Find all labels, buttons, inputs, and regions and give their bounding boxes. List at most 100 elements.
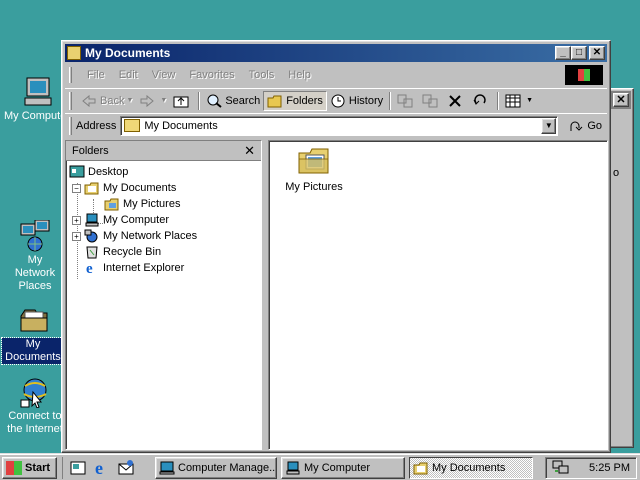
tree-node-my-computer[interactable]: + My Computer: [72, 212, 169, 228]
address-grip[interactable]: [69, 116, 72, 135]
pictures-folder-icon: [104, 197, 120, 211]
computer-icon: [21, 76, 53, 108]
outlook-express-icon[interactable]: [117, 459, 135, 477]
svg-text:e: e: [86, 261, 93, 275]
up-folder-icon: [173, 94, 189, 108]
folder-tree: Desktop − My Documents My Pictures + My …: [66, 161, 261, 279]
search-button[interactable]: Search: [203, 91, 263, 111]
desktop-icon-connect-internet[interactable]: Connect to the Internet: [0, 376, 70, 436]
move-to-icon: [397, 94, 413, 108]
desktop-icon-label: My Documents: [1, 337, 65, 365]
minimize-button[interactable]: _: [555, 46, 571, 60]
menu-grip[interactable]: [69, 67, 72, 83]
tree-node-desktop[interactable]: Desktop: [69, 164, 128, 180]
tree-node-my-pictures[interactable]: My Pictures: [104, 196, 180, 212]
copy-to-button[interactable]: [419, 91, 444, 111]
folders-pane[interactable]: Folders ✕ Desktop − My Documents My Pict…: [65, 140, 262, 450]
address-bar: Address My Documents ▼ Go: [65, 113, 607, 137]
maximize-button[interactable]: □: [571, 46, 587, 60]
window-titlebar[interactable]: My Documents _ □ ✕: [65, 44, 607, 62]
expand-icon[interactable]: +: [72, 215, 81, 225]
collapse-icon[interactable]: −: [72, 183, 81, 193]
computer-management-icon: [159, 461, 175, 475]
clock[interactable]: 5:25 PM: [589, 462, 630, 474]
forward-button[interactable]: ▼: [136, 91, 170, 111]
computer-icon: [84, 213, 100, 227]
go-label: Go: [587, 119, 603, 132]
address-dropdown-button[interactable]: ▼: [541, 117, 557, 134]
chevron-down-icon[interactable]: ▼: [126, 97, 133, 104]
folders-label: Folders: [286, 94, 323, 107]
undo-icon: [472, 93, 488, 108]
search-icon: [206, 94, 222, 108]
menu-view[interactable]: View: [145, 69, 183, 81]
connect-wizard-icon: [19, 376, 51, 409]
tree-node-my-network-places[interactable]: + My Network Places: [72, 228, 197, 244]
close-icon[interactable]: ✕: [613, 93, 629, 107]
tree-label: Desktop: [88, 166, 129, 178]
show-desktop-icon[interactable]: [69, 459, 87, 477]
tree-label: Recycle Bin: [103, 246, 162, 258]
internet-explorer-icon[interactable]: e: [93, 458, 111, 478]
quick-launch: e: [62, 457, 135, 479]
history-button[interactable]: History: [327, 91, 386, 111]
tree-node-my-documents[interactable]: − My Documents: [72, 180, 176, 196]
start-label: Start: [25, 462, 51, 474]
tree-label: My Pictures: [123, 198, 181, 210]
folders-pane-title: Folders: [72, 144, 109, 157]
move-to-button[interactable]: [394, 91, 419, 111]
tree-node-recycle-bin[interactable]: Recycle Bin: [84, 244, 161, 260]
documents-folder-icon: [17, 304, 49, 336]
up-button[interactable]: [170, 91, 195, 111]
chevron-down-icon[interactable]: ▼: [526, 97, 533, 104]
address-input[interactable]: My Documents ▼: [120, 115, 559, 136]
back-label: Back: [100, 94, 125, 107]
go-button[interactable]: Go: [564, 119, 606, 133]
back-arrow-icon: [81, 94, 97, 108]
desktop-icon-label: Connect to the Internet: [7, 410, 63, 435]
close-icon[interactable]: ✕: [244, 143, 255, 159]
menu-help[interactable]: Help: [281, 69, 318, 81]
views-button[interactable]: ▼: [502, 91, 536, 111]
menu-file[interactable]: File: [80, 69, 112, 81]
toolbar-grip[interactable]: [69, 91, 72, 110]
content-item-my-pictures[interactable]: My Pictures: [279, 147, 349, 193]
network-tray-icon[interactable]: [552, 459, 570, 478]
tree-label: My Documents: [103, 182, 177, 194]
background-window-text: o: [613, 167, 620, 179]
back-button[interactable]: Back ▼: [78, 91, 136, 111]
close-button[interactable]: ✕: [589, 46, 605, 60]
content-pane[interactable]: My Pictures: [268, 140, 608, 450]
svg-text:e: e: [95, 459, 103, 477]
delete-button[interactable]: [444, 91, 469, 111]
chevron-down-icon[interactable]: ▼: [160, 97, 167, 104]
computer-icon: [285, 461, 301, 475]
tree-node-internet-explorer[interactable]: e Internet Explorer: [84, 260, 184, 277]
expand-icon[interactable]: +: [72, 231, 81, 241]
network-icon: [19, 219, 51, 252]
taskbar: Start e Computer Manage... My Computer M…: [0, 453, 640, 480]
menu-edit[interactable]: Edit: [112, 69, 145, 81]
desktop-icon-my-documents[interactable]: My Documents: [0, 304, 68, 365]
pictures-folder-icon: [298, 147, 330, 175]
recycle-bin-icon: [84, 245, 100, 259]
windows-logo-icon: [565, 65, 603, 85]
menu-tools[interactable]: Tools: [242, 69, 282, 81]
start-button[interactable]: Start: [2, 457, 57, 479]
desktop-icon-label: My Network Places: [14, 254, 56, 292]
tree-label: My Computer: [103, 214, 170, 226]
open-folder-icon: [84, 181, 100, 195]
windows-logo-icon: [6, 461, 22, 475]
undo-button[interactable]: [469, 91, 494, 111]
search-label: Search: [225, 94, 261, 107]
folders-button[interactable]: Folders: [263, 90, 327, 111]
task-my-documents[interactable]: My Documents: [409, 457, 533, 479]
explorer-window[interactable]: My Documents _ □ ✕ File Edit View Favori…: [61, 40, 611, 453]
task-computer-management[interactable]: Computer Manage...: [155, 457, 277, 479]
desktop-icon-my-network-places[interactable]: My Network Places: [0, 219, 70, 293]
system-tray: 5:25 PM: [545, 457, 637, 479]
menu-favorites[interactable]: Favorites: [182, 69, 241, 81]
task-my-computer[interactable]: My Computer: [281, 457, 405, 479]
folder-icon: [67, 46, 81, 60]
window-title: My Documents: [85, 46, 171, 60]
